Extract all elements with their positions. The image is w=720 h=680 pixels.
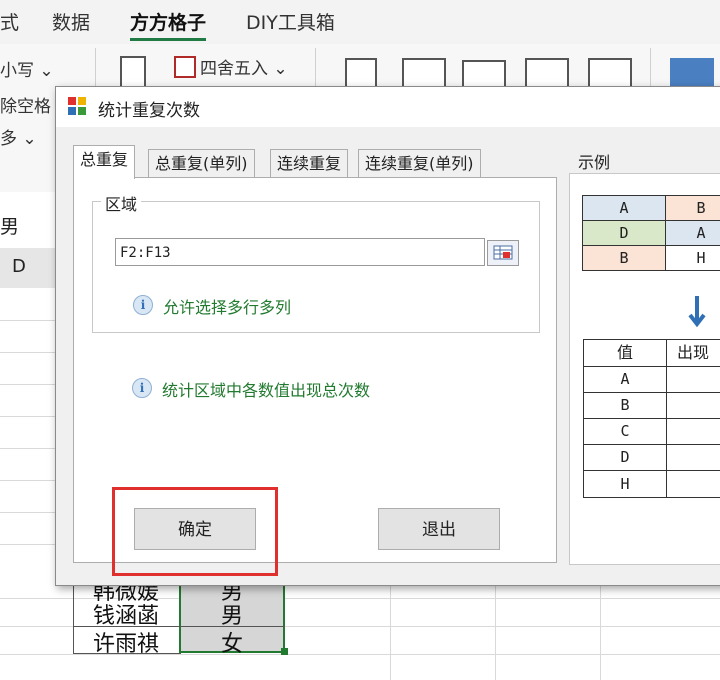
cell-gender[interactable]: 女 — [179, 626, 285, 658]
example-value: C — [583, 418, 667, 445]
grid-line — [0, 544, 56, 545]
range-input[interactable]: F2:F13 — [115, 238, 485, 266]
example-cell: H — [665, 245, 720, 271]
hint-description: 统计区域中各数值出现总次数 — [162, 381, 371, 400]
ribbon-tab-data[interactable]: 数据 — [52, 8, 90, 35]
exit-button[interactable]: 退出 — [378, 508, 500, 550]
example-value: D — [583, 444, 667, 471]
example-value: A — [583, 366, 667, 393]
cell-name[interactable]: 许雨祺 — [73, 626, 179, 658]
example-cell: B — [665, 195, 720, 221]
formula-bar-value: 男 — [0, 216, 20, 238]
example-cell: B — [582, 245, 666, 271]
example-label: 示例 — [578, 153, 611, 172]
hint-multi-select: 允许选择多行多列 — [163, 298, 292, 317]
info-icon: i — [132, 378, 152, 398]
grid-line — [0, 480, 56, 481]
example-cell: A — [582, 195, 666, 221]
example-count — [666, 444, 720, 471]
example-cell: D — [582, 220, 666, 246]
tab-consecutive-duplicates-single[interactable]: 连续重复(单列) — [358, 149, 481, 178]
arrow-down-icon — [688, 296, 706, 328]
grid-line — [0, 448, 56, 449]
dialog-titlebar[interactable]: 统计重复次数 — [56, 87, 720, 127]
remove-spaces-button[interactable]: 除空格 — [0, 92, 51, 117]
ribbon-tab-diy[interactable]: DIY工具箱 — [246, 8, 335, 35]
ribbon-tab-formula[interactable]: 式 — [0, 8, 19, 35]
range-group: 区域 F2:F13 i 允许选择多行多列 — [92, 191, 540, 333]
grid-line — [495, 585, 496, 680]
tab-total-duplicates[interactable]: 总重复 — [73, 145, 136, 179]
more-button[interactable]: 多 ⌄ — [0, 124, 37, 149]
range-group-label: 区域 — [101, 191, 142, 215]
ok-button-highlight — [112, 487, 278, 576]
document-icon[interactable] — [120, 56, 146, 88]
example-header-count: 出现 — [666, 339, 720, 367]
range-picker-icon — [493, 245, 513, 260]
grid-line — [600, 585, 601, 680]
example-count — [666, 392, 720, 419]
example-count — [666, 366, 720, 393]
tab-consecutive-duplicates[interactable]: 连续重复 — [270, 149, 349, 178]
example-header-value: 值 — [583, 339, 667, 367]
tab-total-duplicates-single[interactable]: 总重复(单列) — [148, 149, 255, 178]
round-button[interactable]: 四舍五入 ⌄ — [200, 54, 288, 79]
column-d-label: D — [12, 256, 26, 277]
dialog-title: 统计重复次数 — [98, 101, 200, 121]
grid-line — [0, 352, 56, 353]
grid-line — [0, 512, 56, 513]
example-cell: A — [665, 220, 720, 246]
example-count — [666, 470, 720, 498]
example-value: H — [583, 470, 667, 498]
column-header[interactable]: D — [0, 248, 57, 288]
app-icon — [68, 97, 86, 115]
grid-line — [0, 416, 56, 417]
grid-line — [0, 384, 56, 385]
active-tab-underline — [130, 38, 206, 41]
round-icon — [174, 56, 196, 78]
grid-line — [390, 585, 391, 680]
lowercase-button[interactable]: 小写 ⌄ — [0, 56, 54, 81]
example-count — [666, 418, 720, 445]
ribbon-tab-fangfang[interactable]: 方方格子 — [130, 8, 206, 35]
example-value: B — [583, 392, 667, 419]
ribbon-tab-bar: 式 数据 方方格子 DIY工具箱 — [0, 0, 720, 44]
grid-line — [0, 320, 56, 321]
info-icon: i — [133, 295, 153, 315]
range-select-button[interactable] — [487, 240, 519, 266]
